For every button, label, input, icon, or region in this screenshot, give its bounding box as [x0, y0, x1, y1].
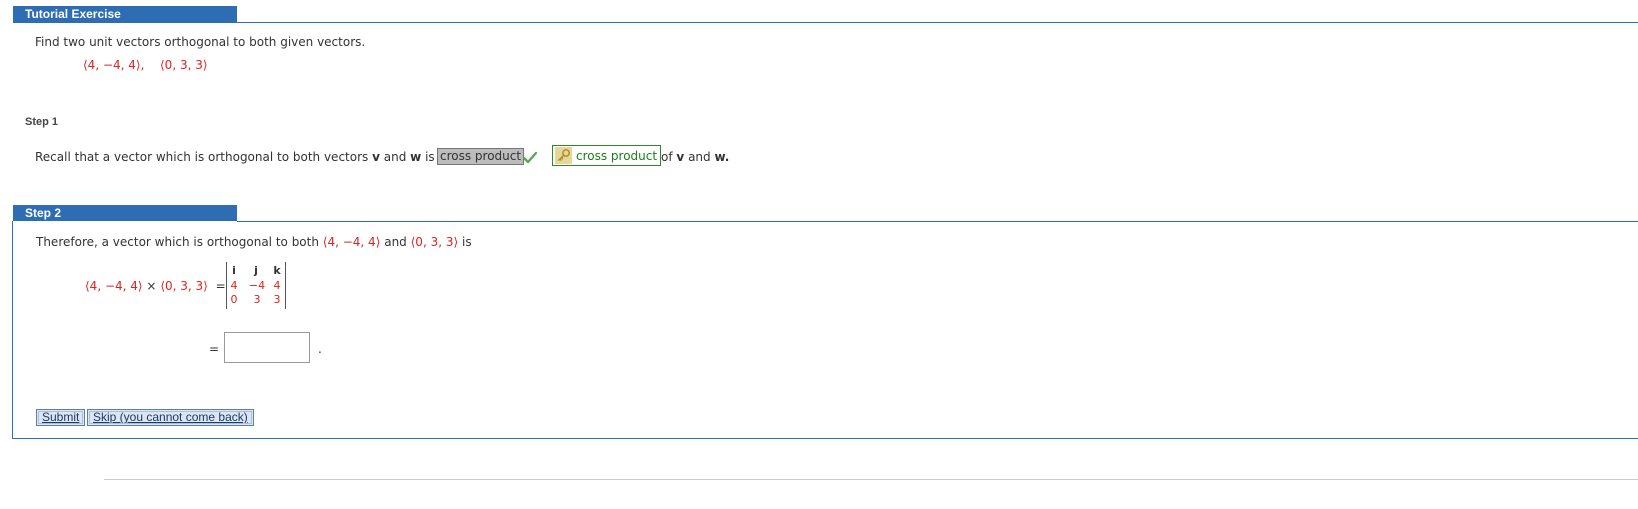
det-j: j	[254, 264, 258, 277]
equals-sign-2: =	[209, 342, 220, 356]
key-icon	[555, 147, 572, 164]
answer-period: .	[318, 342, 322, 356]
det-k: k	[273, 264, 281, 277]
footer-divider	[104, 479, 1638, 480]
tutorial-header-line	[237, 22, 1638, 23]
det-r2c1: 0	[230, 293, 238, 306]
det-r2c2: 3	[253, 293, 261, 306]
step1-sentence-end: of v and w.	[661, 150, 729, 164]
step2-intro: Therefore, a vector which is orthogonal …	[36, 235, 472, 249]
times-symbol: ×	[146, 279, 157, 293]
step1-end-var-v: v	[676, 150, 685, 164]
determinant-matrix: i j k 4 −4 4 0 3 3	[226, 262, 286, 309]
step2-intro-vector-b: ⟨0, 3, 3⟩	[410, 235, 459, 249]
lhs-vector-a: ⟨4, −4, 4⟩	[85, 279, 143, 293]
step1-end-var-w: w.	[714, 150, 730, 164]
step1-text-and: and	[383, 150, 407, 164]
tutorial-header-title: Tutorial Exercise	[25, 7, 121, 21]
step2-intro-before: Therefore, a vector which is orthogonal …	[36, 235, 319, 249]
submit-button[interactable]: Submit	[36, 409, 86, 426]
step1-text-before: Recall that a vector which is orthogonal…	[35, 150, 369, 164]
checkmark-icon	[522, 151, 538, 164]
step1-text-of: of	[661, 150, 673, 164]
step1-submitted-answer: cross product	[437, 148, 525, 165]
step1-var-v: v	[372, 150, 380, 164]
det-r1c2: −4	[248, 279, 266, 292]
step1-label: Step 1	[25, 116, 59, 128]
exercise-prompt: Find two unit vectors orthogonal to both…	[35, 35, 366, 49]
cross-product-lhs: ⟨4, −4, 4⟩ × ⟨0, 3, 3⟩ =	[85, 279, 226, 293]
cross-product-answer-input[interactable]	[224, 332, 310, 363]
step2-header-tab: Step 2	[13, 205, 237, 221]
det-i: i	[232, 264, 236, 277]
step1-end-text-and: and	[688, 150, 711, 164]
step2-intro-vector-a: ⟨4, −4, 4⟩	[322, 235, 381, 249]
skip-button[interactable]: Skip (you cannot come back)	[87, 409, 254, 426]
equals-sign: =	[215, 279, 226, 293]
given-vector-2: ⟨0, 3, 3⟩	[160, 58, 208, 72]
step1-sentence: Recall that a vector which is orthogonal…	[35, 150, 458, 164]
step2-panel	[12, 221, 1638, 439]
tutorial-header-tab: Tutorial Exercise	[13, 6, 237, 23]
step2-intro-and: and	[384, 235, 407, 249]
given-vector-1: ⟨4, −4, 4⟩,	[83, 58, 145, 72]
det-r2c3: 3	[273, 293, 281, 306]
lhs-vector-b: ⟨0, 3, 3⟩	[160, 279, 208, 293]
step2-intro-is: is	[461, 235, 472, 249]
step1-correct-answer-box: cross product	[552, 145, 662, 166]
step2-header-title: Step 2	[25, 206, 62, 220]
step1-var-w: w	[410, 150, 422, 164]
det-r1c1: 4	[230, 279, 238, 292]
det-r1c3: 4	[273, 279, 281, 292]
step1-correct-answer-text: cross product	[576, 149, 658, 163]
